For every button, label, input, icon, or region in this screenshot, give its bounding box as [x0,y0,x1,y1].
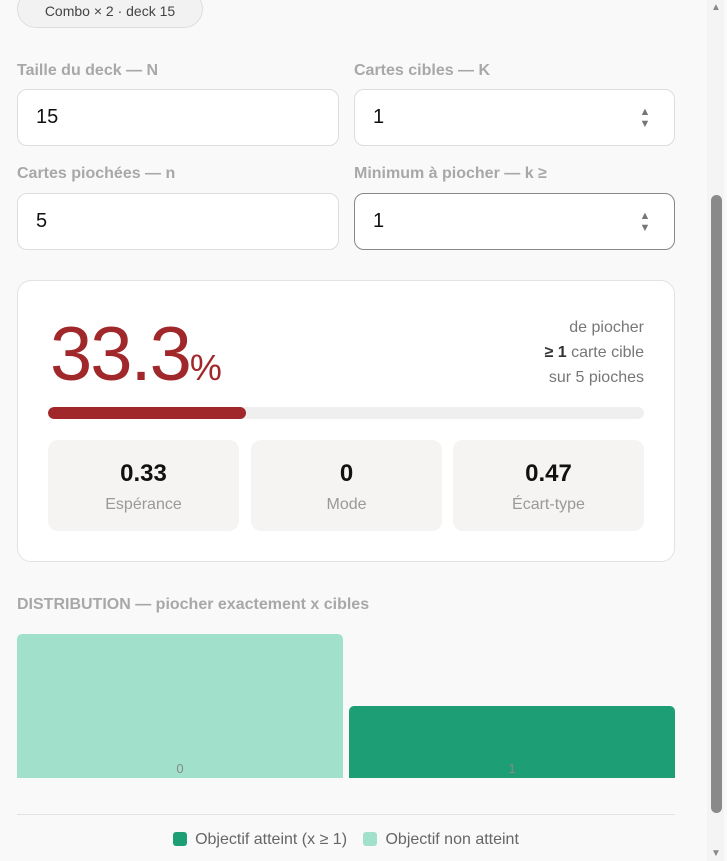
bar-label: 0 [176,761,184,776]
stat-stddev: 0.47 Écart-type [453,440,644,531]
min-draw-label: Minimum à piocher — k ≥ [354,165,547,182]
distribution-chart: 01 [17,620,675,778]
drawn-cards-value: 5 [36,210,48,232]
drawn-cards-label: Cartes piochées — n [17,165,176,182]
percent-unit: % [189,347,222,388]
result-description: de piocher ≥ 1 carte cible sur 5 pioches [544,319,645,386]
target-cards-input[interactable]: 1 ▲ ▼ [354,89,675,146]
preset-chip[interactable]: Combo × 2 · deck 15 [17,0,203,28]
scrollbar[interactable]: ▲ ▼ [707,0,724,861]
chart-legend: Objectif atteint (x ≥ 1) Objectif non at… [0,831,692,849]
deck-size-label: Taille du deck — N [17,62,159,79]
bar-x-1: 1 [349,706,675,778]
min-draw-value: 1 [373,210,385,232]
probability-value: 33.3% [50,312,222,397]
probability-bar-fill [48,407,247,419]
target-cards-value: 1 [373,106,385,128]
probability-bar [48,407,644,419]
scroll-down-icon[interactable]: ▼ [711,848,721,859]
deck-size-value: 15 [36,106,59,128]
spinner-icon[interactable]: ▲ ▼ [638,106,652,130]
drawn-cards-input[interactable]: 5 [17,193,339,250]
bar-x-0: 0 [17,634,343,778]
distribution-title: DISTRIBUTION — piocher exactement x cibl… [17,596,370,613]
scrollbar-thumb[interactable] [711,195,722,813]
divider [17,814,675,815]
bar-label: 1 [508,761,516,776]
deck-size-input[interactable]: 15 [17,89,339,146]
stat-expectation: 0.33 Espérance [48,440,239,531]
target-cards-label: Cartes cibles — K [354,62,491,79]
legend-item-reached: Objectif atteint (x ≥ 1) [173,831,347,848]
min-draw-input[interactable]: 1 ▲ ▼ [354,193,675,250]
result-card: 33.3% de piocher ≥ 1 carte cible sur 5 p… [17,280,675,562]
stat-mode: 0 Mode [251,440,442,531]
scroll-up-icon[interactable]: ▲ [711,2,721,13]
legend-item-not-reached: Objectif non atteint [363,831,519,848]
spinner-icon[interactable]: ▲ ▼ [638,210,652,234]
